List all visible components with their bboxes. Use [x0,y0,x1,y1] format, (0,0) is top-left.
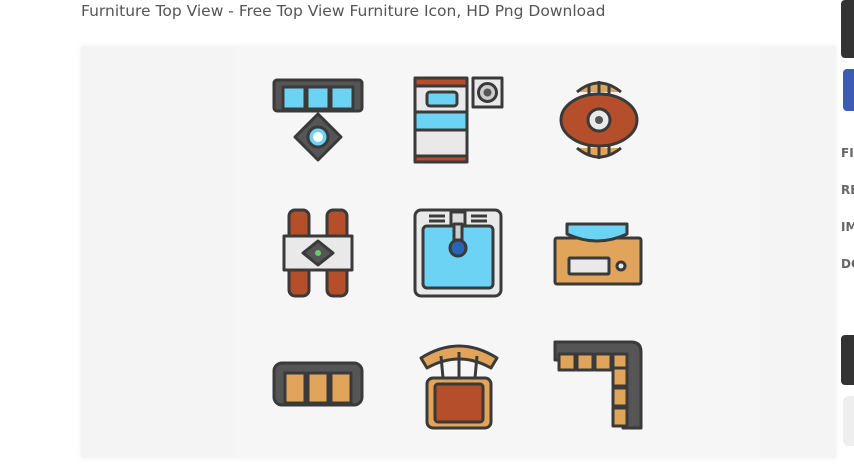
sidebar-label-file: FII [841,146,854,160]
sidebar-action-button[interactable] [841,335,854,385]
sidebar-secondary-button[interactable] [843,396,854,446]
sink-icon [413,208,503,298]
sidebar-download-button[interactable] [841,0,854,58]
three-seat-sofa-icon [272,361,364,407]
armchair-icon [419,344,499,430]
sofa-with-table-icon [272,78,364,162]
sidebar-share-button[interactable] [843,69,854,111]
round-table-with-chairs-icon [559,81,639,159]
sidebar-label-download: DC [841,257,854,271]
page-title: Furniture Top View - Free Top View Furni… [81,2,606,20]
bed-with-nightstand-icon [413,76,504,164]
image-preview [81,46,836,458]
corner-sofa-icon [553,340,643,430]
sidebar-label-image: IM [841,220,854,234]
computer-desk-icon [553,222,643,286]
sidebar-label-resolution: RE [841,183,854,197]
dining-table-icon [282,208,354,298]
